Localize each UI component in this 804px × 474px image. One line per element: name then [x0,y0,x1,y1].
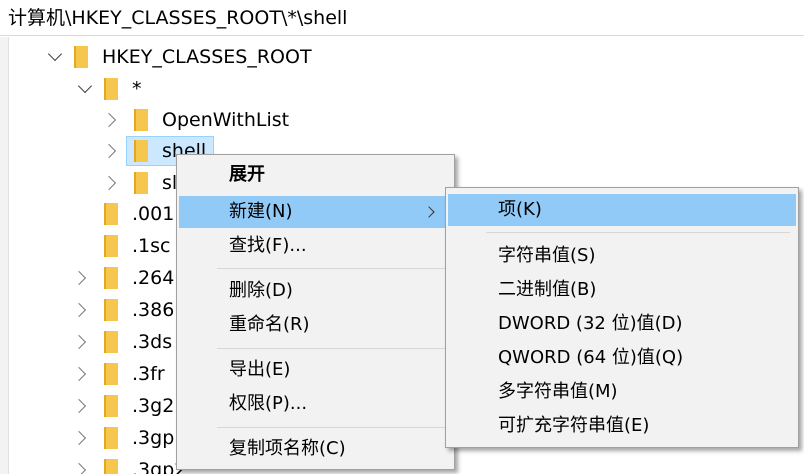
tree-node-label: .1sc [132,235,171,257]
menu-item-label: 查找(F)... [229,235,307,256]
menu-item-label: DWORD (32 位)值(D) [498,313,683,334]
menu-item-qword-value[interactable]: QWORD (64 位)值(Q) [448,342,796,374]
chevron-right-icon[interactable] [101,112,117,128]
tree-node-ext[interactable]: .3ds [70,326,190,358]
folder-icon [134,172,148,194]
chevron-right-icon[interactable] [71,270,87,286]
menu-item-label: 权限(P)... [229,393,308,414]
tree-node-label: .3ds [132,331,173,353]
menu-item-label: 二进制值(B) [498,279,597,300]
menu-item-export[interactable]: 导出(E) [179,354,452,386]
tree-node-ext[interactable]: .3g2 [70,390,190,422]
menu-item-string-value[interactable]: 字符串值(S) [448,240,796,272]
chevron-right-icon[interactable] [71,334,87,350]
tree-node-star[interactable]: * [70,73,170,105]
menu-item-label: 多字符串值(M) [498,381,618,402]
menu-item-new[interactable]: 新建(N) [179,196,452,228]
folder-icon [104,459,118,474]
address-bar[interactable]: 计算机\HKEY_CLASSES_ROOT\*\shell [0,0,804,36]
folder-icon [104,363,118,385]
menu-item-new-key[interactable]: 项(K) [448,194,796,226]
folder-icon [134,140,148,162]
tree-node-label: .386 [132,299,175,321]
context-menu: 展开 新建(N) 查找(F)... 删除(D) 重命名(R) 导出(E) 权限(… [176,154,455,470]
menu-item-permissions[interactable]: 权限(P)... [179,388,452,420]
tree-node-label: .3g2 [132,395,175,417]
tree-node-label: .264 [132,267,175,289]
tree-node-openwithlist[interactable]: OpenWithList [100,104,320,136]
folder-icon [104,299,118,321]
tree-node-label: sl [162,172,178,194]
folder-icon [134,109,148,131]
folder-icon [104,235,118,257]
tree-node-ext[interactable]: .3gp [70,422,190,454]
menu-item-label: 重命名(R) [229,314,310,335]
chevron-right-icon[interactable] [71,398,87,414]
menu-item-delete[interactable]: 删除(D) [179,275,452,307]
menu-item-label: 复制项名称(C) [229,438,346,459]
chevron-right-icon[interactable] [71,302,87,318]
menu-item-dword-value[interactable]: DWORD (32 位)值(D) [448,308,796,340]
menu-item-label: QWORD (64 位)值(Q) [498,347,684,368]
folder-icon [74,46,88,68]
menu-item-label: 可扩充字符串值(E) [498,415,650,436]
menu-item-multi-string-value[interactable]: 多字符串值(M) [448,376,796,408]
chevron-right-icon[interactable] [71,366,87,382]
tree-node-label: .3fr [132,363,165,385]
menu-item-rename[interactable]: 重命名(R) [179,309,452,341]
chevron-right-icon [423,206,435,218]
menu-item-binary-value[interactable]: 二进制值(B) [448,274,796,306]
chevron-right-icon[interactable] [101,175,117,191]
menu-item-label: 展开 [229,164,265,185]
new-submenu: 项(K) 字符串值(S) 二进制值(B) DWORD (32 位)值(D) QW… [445,187,799,448]
menu-item-expandable-string-value[interactable]: 可扩充字符串值(E) [448,410,796,442]
menu-item-find[interactable]: 查找(F)... [179,230,452,262]
chevron-right-icon[interactable] [101,143,117,159]
tree-node-label: .001 [132,203,175,225]
folder-icon [104,203,118,225]
tree-node-ext[interactable]: .3fr [70,358,190,390]
menu-separator [217,268,445,269]
tree-node-hkey-classes-root[interactable]: HKEY_CLASSES_ROOT [40,41,340,73]
chevron-down-icon[interactable] [77,78,93,94]
menu-item-copy-key-name[interactable]: 复制项名称(C) [179,433,452,465]
tree-node-ext[interactable]: .001 [70,198,190,230]
tree-node-label: OpenWithList [162,109,290,131]
menu-item-label: 字符串值(S) [498,245,596,266]
menu-separator [217,348,445,349]
chevron-down-icon[interactable] [47,46,63,62]
folder-icon [104,267,118,289]
tree-node-ext[interactable]: .386 [70,294,190,326]
tree-node-label: * [132,78,142,100]
tree-node-label: .3gp [132,427,175,449]
menu-item-label: 导出(E) [229,359,291,380]
chevron-right-icon[interactable] [71,462,87,474]
folder-icon [104,78,118,100]
tree-node-label: HKEY_CLASSES_ROOT [102,46,312,68]
chevron-right-icon[interactable] [71,430,87,446]
menu-separator [217,427,445,428]
menu-separator [486,232,790,233]
tree-node-ext[interactable]: .1sc [70,230,190,262]
tree-node-ext[interactable]: .3gp2 [70,454,190,474]
menu-item-label: 新建(N) [229,201,293,222]
folder-icon [104,395,118,417]
tree-node-ext[interactable]: .264 [70,262,190,294]
address-path: 计算机\HKEY_CLASSES_ROOT\*\shell [8,7,348,29]
menu-item-label: 删除(D) [229,280,293,301]
menu-item-label: 项(K) [498,199,542,220]
folder-icon [104,427,118,449]
menu-item-expand[interactable]: 展开 [179,159,452,191]
folder-icon [104,331,118,353]
